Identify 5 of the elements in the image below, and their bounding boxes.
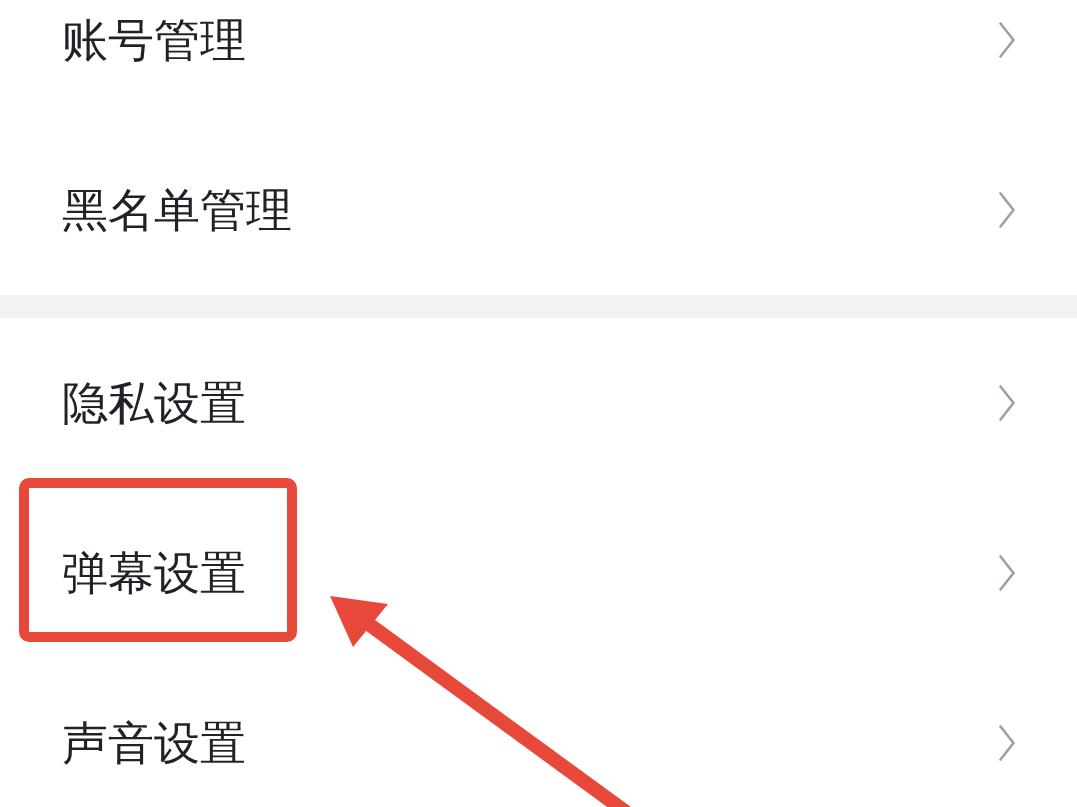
chevron-right-icon: [999, 725, 1015, 761]
chevron-right-icon: [999, 385, 1015, 421]
chevron-right-icon: [999, 22, 1015, 58]
chevron-right-icon: [999, 192, 1015, 228]
chevron-right-icon: [999, 555, 1015, 591]
